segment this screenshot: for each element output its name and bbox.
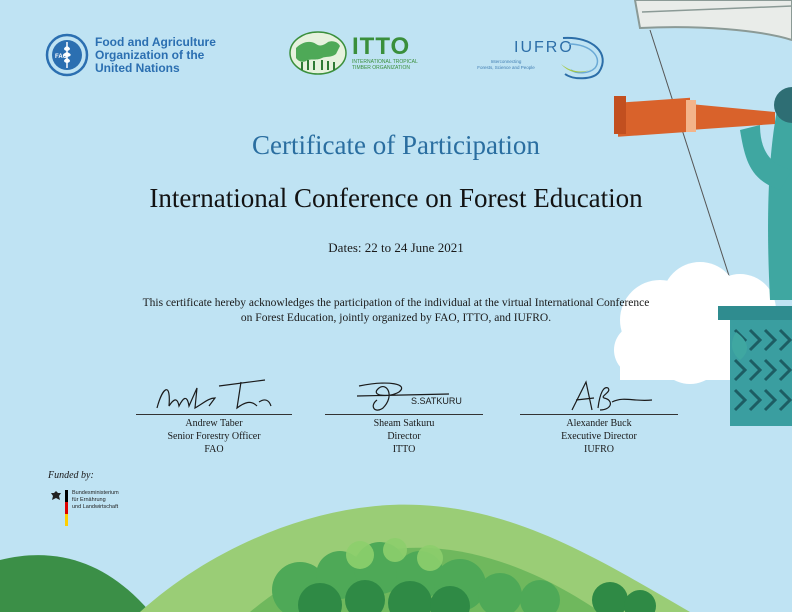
signatory-name: Sheam Satkuru [373,418,435,429]
fao-name-line: Organization of the [95,47,205,62]
fao-name-line: Food and Agriculture [95,34,216,49]
iufro-subtitle-line: Forests, Science and People [477,65,535,70]
event-title: International Conference on Forest Educa… [149,183,643,213]
tree-cluster [272,542,560,612]
balloon-basket [718,306,792,426]
acknowledgement-line: This certificate hereby acknowledges the… [142,297,650,309]
fao-name-line: United Nations [95,60,180,75]
signature-line [325,414,483,415]
tree-cluster-light [346,538,443,571]
ministry-name-line: für Ernährung [72,497,106,503]
signatory-title: Executive Director [561,431,637,442]
fao-name: Food and Agriculture Organization of the… [95,34,216,75]
left-hill [0,555,150,612]
signature-alexander-buck [571,380,653,411]
central-hill-shade [250,547,600,612]
balloon-rope [649,29,741,311]
signature-line [136,414,292,415]
acknowledgement-line: on Forest Education, jointly organized b… [240,312,552,324]
balloon-canopy [633,0,792,42]
signature-sheam-satkuru: S.SATKURU [356,382,462,411]
signatory-title: Director [387,431,421,442]
signatory-title: Senior Forestry Officer [167,431,261,442]
ministry-name-line: Bundesministerium [72,490,119,496]
itto-subtitle: TIMBER ORGANIZATION [352,65,410,71]
itto-logo: ITTO INTERNATIONAL TROPICAL TIMBER ORGAN… [288,30,418,76]
central-hill [140,504,690,612]
svg-text:FAO: FAO [55,54,68,60]
funded-by-label: Funded by: [48,470,94,481]
iufro-subtitle: Interconnecting Forests, Science and Peo… [458,59,554,71]
signatory-iufro: Alexander Buck Executive Director IUFRO [520,378,678,456]
bmel-logo: Bundesministerium für Ernährung und Land… [50,490,119,526]
german-flag-icon [65,490,68,526]
signatory-name: Andrew Taber [185,418,243,429]
event-dates: Dates: 22 to 24 June 2021 [328,240,464,255]
itto-globe-icon [289,31,347,75]
ministry-name-line: und Landwirtschaft [72,504,119,510]
signature-andrew-taber [156,379,272,410]
iufro-swirl-icon [561,36,604,80]
signature-line [520,414,678,415]
ministry-name: Bundesministerium für Ernährung und Land… [72,490,119,511]
certificate-page: FAO Food and Agriculture Organization of… [0,0,792,612]
signatory-itto: S.SATKURU Sheam Satkuru Director ITTO [325,378,483,456]
signatory-name: Alexander Buck [566,418,632,429]
itto-name: ITTO [352,33,411,60]
svg-text:S.SATKURU: S.SATKURU [411,396,462,406]
tree-cluster-dark [298,580,656,612]
acknowledgement-text: This certificate hereby acknowledges the… [92,296,700,326]
person-head [774,87,792,123]
signatory-fao: Andrew Taber Senior Forestry Officer FAO [136,376,292,456]
signatory-org: IUFRO [583,444,614,455]
fao-logo: FAO Food and Agriculture Organization of… [45,33,216,77]
signatory-org: ITTO [392,444,416,455]
eagle-icon [51,491,61,500]
fao-emblem-icon: FAO [45,33,89,77]
iufro-logo: IUFRO Interconnecting Forests, Science a… [458,30,618,85]
certificate-title: Certificate of Participation [252,130,540,160]
signatory-org: FAO [204,444,224,455]
